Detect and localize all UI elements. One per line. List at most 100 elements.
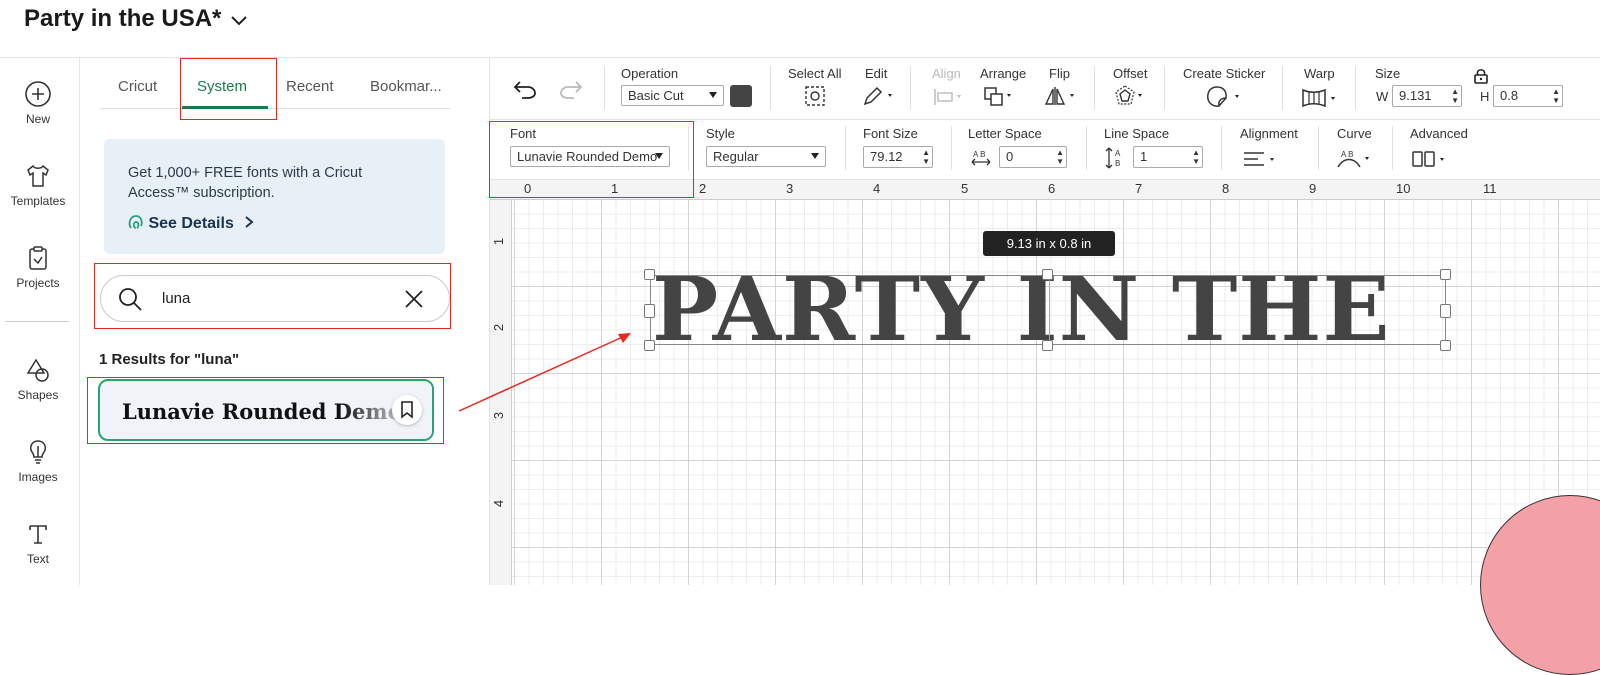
separator — [1355, 66, 1356, 110]
lock-icon[interactable] — [1474, 68, 1488, 84]
arrange-icon[interactable] — [983, 85, 1017, 107]
advanced-icon[interactable] — [1411, 150, 1451, 168]
height-letter: H — [1480, 89, 1490, 104]
selection-midline — [1049, 276, 1050, 344]
select-all-icon[interactable] — [804, 85, 826, 107]
see-details-label: See Details — [148, 215, 234, 232]
size-label: Size — [1375, 66, 1401, 81]
plus-circle-icon — [25, 81, 51, 107]
access-promo: Get 1,000+ FREE fonts with a Cricut Acce… — [104, 139, 445, 254]
text-icon — [29, 525, 47, 544]
caret-down-icon — [709, 92, 717, 98]
separator — [910, 66, 911, 110]
highlight-result — [87, 377, 444, 444]
redo-icon[interactable] — [558, 78, 584, 100]
tab-recent[interactable]: Recent — [286, 78, 334, 95]
resize-handle[interactable] — [1440, 269, 1451, 280]
shirt-icon — [27, 164, 49, 187]
highlight-system-tab — [180, 58, 277, 120]
color-swatch[interactable] — [730, 85, 752, 107]
align-left-icon[interactable] — [1242, 150, 1278, 168]
letter-space-label: Letter Space — [968, 126, 1042, 141]
separator — [1282, 66, 1283, 110]
ruler-tick-label: 10 — [1396, 181, 1411, 196]
advanced-label: Advanced — [1410, 126, 1468, 141]
nav-shapes-label: Shapes — [17, 388, 59, 402]
stepper-icon[interactable]: ▲ ▼ — [922, 148, 930, 166]
font-size-label: Font Size — [863, 126, 918, 141]
edit-toolbar: Operation Basic Cut Select All Edit Alig… — [490, 58, 1600, 120]
see-details-link[interactable]: See Details — [128, 213, 256, 233]
ruler-tick-label: 9 — [1309, 181, 1317, 196]
ruler-tick-label: 11 — [1483, 181, 1497, 196]
stepper-icon[interactable]: ▲ ▼ — [1056, 148, 1064, 166]
operation-select[interactable]: Basic Cut — [621, 85, 724, 106]
svg-text:A: A — [1115, 149, 1121, 158]
style-select[interactable]: Regular — [706, 146, 826, 167]
nav-new[interactable]: New — [0, 80, 76, 126]
resize-handle[interactable] — [1042, 340, 1053, 351]
nav-templates[interactable]: Templates — [0, 162, 76, 208]
stepper-icon[interactable]: ▲ ▼ — [1451, 87, 1459, 105]
stepper-icon[interactable]: ▲ ▼ — [1552, 87, 1560, 105]
tab-bookmarks[interactable]: Bookmar... — [370, 78, 442, 95]
nav-projects[interactable]: Projects — [0, 244, 76, 290]
svg-text:A B: A B — [973, 150, 985, 159]
height-input[interactable]: 0.8 ▲ ▼ — [1493, 85, 1563, 107]
resize-handle[interactable] — [644, 269, 655, 280]
ruler-tick-label: 6 — [1048, 181, 1056, 196]
letter-space-input[interactable]: 0 ▲ ▼ — [999, 146, 1067, 168]
chevron-right-icon — [245, 216, 254, 228]
nav-text[interactable]: Text — [0, 520, 76, 566]
line-space-value: 1 — [1140, 149, 1148, 164]
resize-handle[interactable] — [1440, 340, 1451, 351]
line-space-input[interactable]: 1 ▲ ▼ — [1133, 146, 1203, 168]
line-space-icon: AB — [1105, 147, 1121, 169]
stepper-icon[interactable]: ▲ ▼ — [1192, 148, 1200, 166]
curve-icon[interactable]: A B — [1336, 148, 1374, 170]
resize-handle[interactable] — [644, 304, 655, 318]
sticker-icon[interactable] — [1205, 85, 1245, 109]
svg-text:A B: A B — [1341, 150, 1353, 159]
font-size-input[interactable]: 79.12 ▲ ▼ — [863, 146, 933, 168]
warp-label: Warp — [1304, 66, 1335, 81]
svg-text:B: B — [1115, 159, 1120, 168]
nav-text-label: Text — [26, 552, 49, 566]
nav-images[interactable]: Images — [0, 438, 76, 484]
project-title[interactable]: Party in the USA* — [24, 5, 221, 33]
width-input[interactable]: 9.131 ▲ ▼ — [1392, 85, 1462, 107]
pencil-icon[interactable] — [862, 85, 896, 107]
resize-handle[interactable] — [1440, 304, 1451, 318]
nav-new-label: New — [25, 112, 50, 126]
font-size-value: 79.12 — [870, 149, 903, 164]
ruler-tick-label: 3 — [786, 181, 794, 196]
separator — [1164, 66, 1165, 110]
align-icon[interactable] — [932, 87, 966, 107]
undo-icon[interactable] — [512, 78, 538, 100]
separator — [845, 126, 846, 170]
separator — [1221, 126, 1222, 170]
offset-icon[interactable] — [1114, 85, 1148, 107]
lightbulb-icon — [30, 440, 46, 464]
nav-images-label: Images — [18, 470, 58, 484]
shapes-icon — [26, 358, 49, 382]
ruler-tick-label: 1 — [491, 237, 507, 246]
dimension-tooltip: 9.13 in x 0.8 in — [983, 231, 1115, 256]
chevron-down-icon[interactable] — [229, 10, 249, 30]
warp-icon[interactable] — [1301, 87, 1341, 109]
highlight-search — [94, 263, 451, 329]
tab-cricut[interactable]: Cricut — [118, 78, 157, 95]
promo-text: Get 1,000+ FREE fonts with a Cricut Acce… — [128, 165, 363, 201]
width-letter: W — [1376, 89, 1389, 104]
ruler-tick-label: 2 — [699, 181, 707, 196]
flip-icon[interactable] — [1044, 85, 1080, 107]
resize-handle[interactable] — [644, 340, 655, 351]
letter-space-icon: A B — [971, 150, 991, 166]
ruler-tick-label: 4 — [491, 499, 507, 508]
nav-templates-label: Templates — [10, 194, 66, 208]
separator — [1392, 126, 1393, 170]
header: Party in the USA* — [0, 0, 1600, 58]
cricut-access-icon — [128, 215, 143, 229]
nav-shapes[interactable]: Shapes — [0, 356, 76, 402]
resize-handle[interactable] — [1042, 269, 1053, 280]
